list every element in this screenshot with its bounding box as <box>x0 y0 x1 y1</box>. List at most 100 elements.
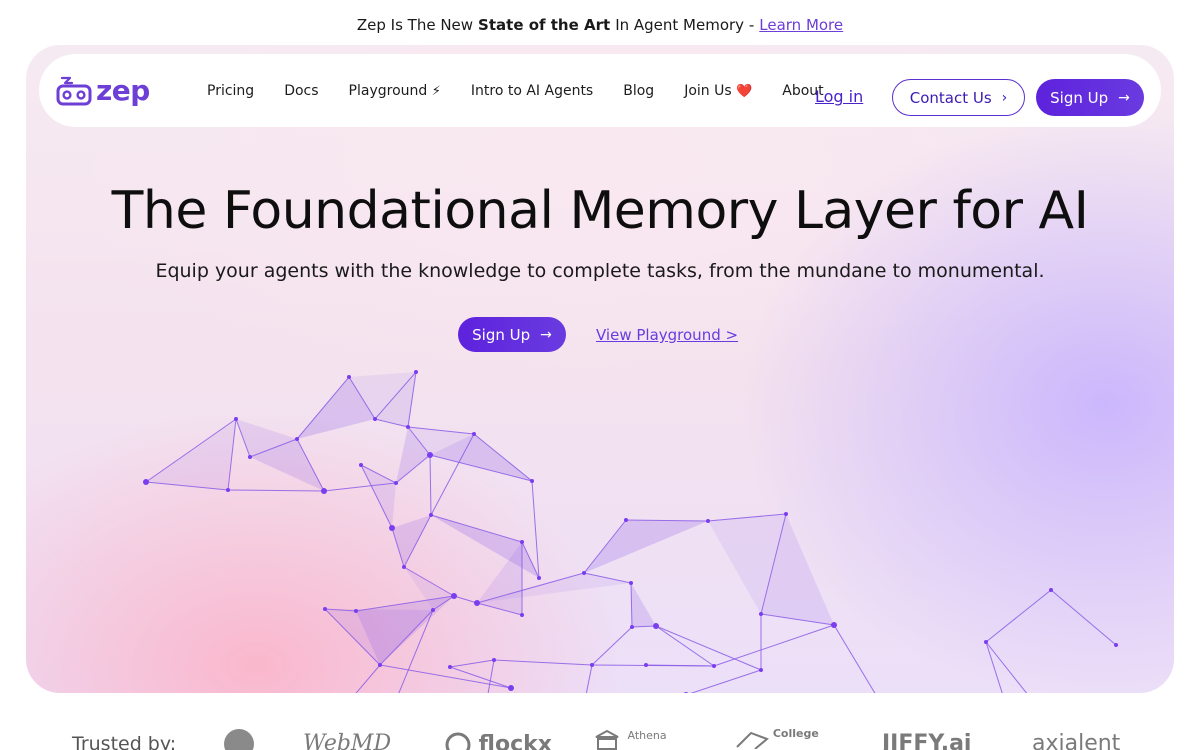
network-node <box>321 488 327 494</box>
network-node <box>1114 643 1118 647</box>
hero-title: The Foundational Memory Layer for AI <box>111 181 1089 241</box>
trusted-by-strip: Trusted by: WebMD flockx Athena College … <box>0 725 1200 750</box>
network-edge <box>227 489 325 492</box>
network-node <box>784 512 788 516</box>
network-edge <box>487 659 495 693</box>
nav-link-pricing[interactable]: Pricing <box>207 83 254 99</box>
zep-logo[interactable]: zep <box>56 74 150 107</box>
network-node <box>530 479 534 483</box>
network-node <box>653 623 659 629</box>
network-node <box>831 622 837 628</box>
network-node <box>984 640 988 644</box>
network-node <box>429 513 433 517</box>
trusted-by-label: Trusted by: <box>72 733 177 750</box>
nav-link-intro-to-ai-agents[interactable]: Intro to AI Agents <box>471 83 593 99</box>
lightning-icon: ⚡ <box>431 83 441 99</box>
hero-section: zep Pricing Docs Playground ⚡ Intro to A… <box>26 45 1174 693</box>
arrow-right-icon: → <box>1118 89 1130 106</box>
nav-link-blog[interactable]: Blog <box>623 83 654 99</box>
network-node <box>431 608 435 612</box>
network-edge <box>449 666 512 689</box>
network-node <box>712 664 716 668</box>
network-edge <box>1050 589 1117 646</box>
chevron-right-icon: › <box>1001 89 1008 106</box>
network-node <box>629 581 633 585</box>
network-node <box>644 663 648 667</box>
network-node <box>448 665 452 669</box>
college-logo: College <box>735 728 819 750</box>
network-graph-illustration <box>143 370 1118 693</box>
announcement-suffix: In Agent Memory - <box>615 16 755 34</box>
nav-sign-up-label: Sign Up <box>1050 88 1109 107</box>
network-edge <box>985 589 1052 643</box>
network-edge <box>655 625 762 671</box>
announcement-prefix: Zep Is The New <box>356 16 474 34</box>
network-node <box>226 488 230 492</box>
network-node <box>508 685 514 691</box>
network-edge <box>453 595 478 604</box>
network-edge <box>429 454 432 516</box>
mattel-logo <box>222 728 256 750</box>
network-node <box>234 417 238 421</box>
athena-logo: Athena <box>594 729 667 750</box>
nav-link-join-us[interactable]: Join Us ❤️ <box>684 83 752 99</box>
jiffy-logo: JIFFY.ai <box>882 731 972 750</box>
nav-link-playground[interactable]: Playground ⚡ <box>349 83 441 99</box>
network-facet <box>392 515 431 567</box>
logo-wordmark: zep <box>96 74 150 107</box>
network-node <box>143 479 149 485</box>
network-node <box>451 593 457 599</box>
network-facet <box>431 515 539 578</box>
network-node <box>520 613 524 617</box>
network-edge <box>833 624 876 693</box>
network-node <box>520 540 524 544</box>
nav-link-docs[interactable]: Docs <box>284 83 318 99</box>
network-edge <box>591 626 633 666</box>
hero-sign-up-label: Sign Up <box>472 325 531 344</box>
learn-more-link[interactable]: Learn More <box>759 16 843 34</box>
axialent-logo: axialent <box>1032 731 1121 750</box>
network-edge <box>655 625 715 667</box>
contact-us-label: Contact Us <box>909 88 992 107</box>
network-edge <box>985 641 1028 693</box>
network-node <box>378 663 382 667</box>
network-facet <box>146 419 236 490</box>
network-edge <box>713 624 835 667</box>
network-node <box>414 370 418 374</box>
network-edge <box>985 641 1003 693</box>
network-node <box>373 417 377 421</box>
network-edge <box>355 664 381 693</box>
login-link[interactable]: Log in <box>815 87 863 106</box>
network-node <box>590 663 594 667</box>
contact-us-button[interactable]: Contact Us › <box>892 79 1025 116</box>
network-node <box>359 463 363 467</box>
network-node <box>248 455 252 459</box>
nav-links: Pricing Docs Playground ⚡ Intro to AI Ag… <box>207 54 854 127</box>
announcement-bar: Zep Is The New State of the Art In Agent… <box>0 0 1200 50</box>
network-node <box>323 607 327 611</box>
announcement-highlight: State of the Art <box>478 16 611 34</box>
network-node <box>427 452 433 458</box>
network-node <box>706 519 710 523</box>
network-facet <box>631 583 656 627</box>
robot-logo-icon <box>56 76 92 105</box>
network-node <box>402 565 406 569</box>
network-node <box>389 525 395 531</box>
flockx-logo: flockx <box>445 731 552 750</box>
hero-subtitle: Equip your agents with the knowledge to … <box>155 260 1045 282</box>
network-node <box>492 658 496 662</box>
network-edge <box>690 669 762 693</box>
view-playground-link[interactable]: View Playground > <box>596 326 738 344</box>
network-node <box>347 375 351 379</box>
network-node <box>354 609 358 613</box>
nav-sign-up-button[interactable]: Sign Up → <box>1036 79 1144 116</box>
network-node <box>582 571 586 575</box>
network-node <box>759 612 763 616</box>
network-node <box>295 437 299 441</box>
network-edge <box>449 659 495 668</box>
network-node <box>474 600 480 606</box>
hero-sign-up-button[interactable]: Sign Up → <box>458 317 566 352</box>
webmd-logo: WebMD <box>303 731 392 750</box>
heart-icon: ❤️ <box>736 83 753 99</box>
network-edge <box>493 659 593 666</box>
